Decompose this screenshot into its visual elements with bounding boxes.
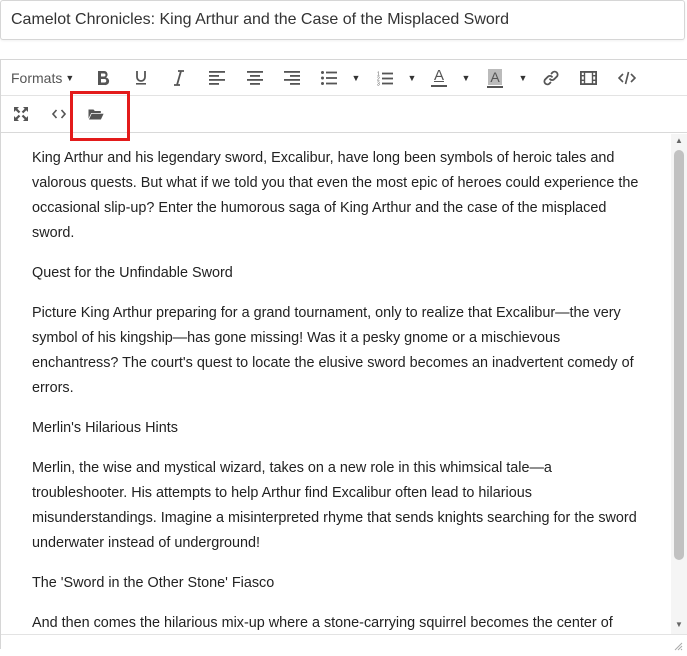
source-code-button[interactable] <box>45 96 73 132</box>
scroll-down-arrow-icon[interactable]: ▼ <box>674 620 684 630</box>
open-file-button[interactable] <box>82 96 110 132</box>
align-left-button[interactable] <box>203 60 231 96</box>
content-paragraph: And then comes the hilarious mix-up wher… <box>32 615 613 631</box>
chevron-down-icon: ▼ <box>65 73 75 83</box>
content-scrollbar[interactable]: ▲ ▼ <box>671 134 687 634</box>
editor-toolbar-row-1: Formats ▼ ▼ 1 2 3 ▼ A ▼ A ▼ <box>1 60 687 96</box>
bold-button[interactable] <box>89 60 117 96</box>
formats-label: Formats <box>11 70 63 86</box>
content-heading: The 'Sword in the Other Stone' Fiasco <box>32 575 275 591</box>
fullscreen-icon <box>13 106 29 122</box>
align-right-button[interactable] <box>278 60 306 96</box>
bullet-list-options-chevron-icon[interactable]: ▼ <box>349 60 363 96</box>
bold-icon <box>96 70 110 86</box>
content-paragraph: Merlin, the wise and mystical wizard, ta… <box>32 460 637 551</box>
text-color-icon: A <box>431 68 447 87</box>
text-color-button[interactable]: A <box>425 60 453 96</box>
align-right-icon <box>284 71 300 85</box>
insert-media-button[interactable] <box>574 60 602 96</box>
underline-button[interactable] <box>127 60 155 96</box>
background-color-chevron-icon[interactable]: ▼ <box>516 60 530 96</box>
code-icon <box>618 71 636 85</box>
editor-toolbar-row-2 <box>1 96 687 133</box>
content-paragraph: King Arthur and his legendary sword, Exc… <box>32 150 639 241</box>
bullet-list-icon <box>321 71 337 85</box>
scroll-up-arrow-icon[interactable]: ▲ <box>674 136 684 146</box>
bullet-list-button[interactable] <box>315 60 343 96</box>
numbered-list-button[interactable]: 123 <box>371 60 399 96</box>
background-color-icon: A <box>487 68 503 88</box>
background-color-button[interactable]: A <box>481 60 509 96</box>
media-icon <box>579 71 597 85</box>
editor-content-area[interactable]: King Arthur and his legendary sword, Exc… <box>2 134 672 634</box>
align-center-icon <box>247 71 263 85</box>
content-heading: Quest for the Unfindable Sword <box>32 265 233 281</box>
italic-button[interactable] <box>165 60 193 96</box>
numbered-list-icon: 123 <box>377 71 393 86</box>
content-heading: Merlin's Hilarious Hints <box>32 420 178 436</box>
underline-icon <box>134 70 148 86</box>
fullscreen-button[interactable] <box>7 96 35 132</box>
open-folder-icon <box>88 108 104 120</box>
formats-dropdown[interactable]: Formats ▼ <box>7 60 77 96</box>
code-sample-button[interactable] <box>613 60 641 96</box>
link-icon <box>543 70 559 86</box>
insert-link-button[interactable] <box>537 60 565 96</box>
scrollbar-thumb[interactable] <box>674 150 684 560</box>
editor-statusbar <box>1 634 687 651</box>
align-left-icon <box>209 71 225 85</box>
content-paragraph: Picture King Arthur preparing for a gran… <box>32 305 634 396</box>
resize-handle-icon[interactable] <box>673 638 683 651</box>
rich-text-editor: Formats ▼ ▼ 1 2 3 ▼ A ▼ A ▼ King Arthur … <box>0 59 687 651</box>
text-color-chevron-icon[interactable]: ▼ <box>459 60 473 96</box>
svg-text:3: 3 <box>377 81 380 86</box>
post-title-input[interactable] <box>0 0 685 40</box>
source-code-icon <box>52 108 66 120</box>
numbered-list-options-chevron-icon[interactable]: ▼ <box>405 60 419 96</box>
italic-icon <box>173 70 185 86</box>
align-center-button[interactable] <box>241 60 269 96</box>
